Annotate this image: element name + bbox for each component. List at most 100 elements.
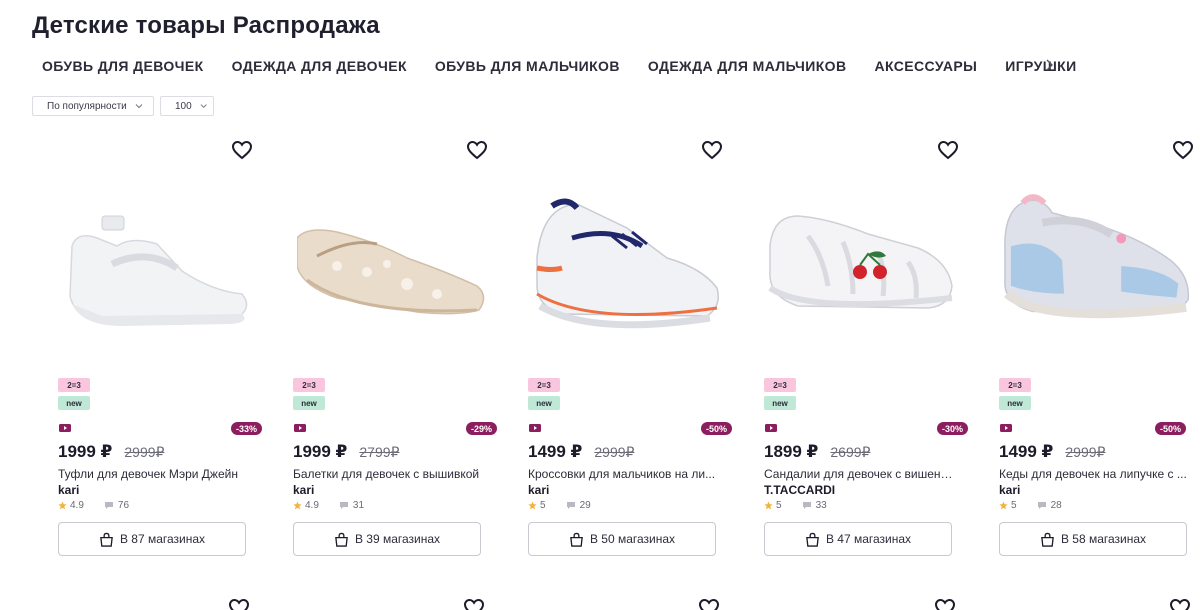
star-icon bbox=[528, 501, 537, 510]
price-row: 1999 ₽ 2799₽ bbox=[293, 442, 399, 462]
rating-row: 5 28 bbox=[999, 500, 1062, 511]
heart-icon[interactable] bbox=[697, 596, 721, 610]
heart-icon[interactable] bbox=[1168, 596, 1192, 610]
sort-select-value: По популярности bbox=[47, 100, 127, 112]
stores-button[interactable]: В 50 магазинах bbox=[528, 522, 716, 556]
shopping-bag-icon bbox=[570, 532, 583, 547]
rating-row: 4.9 76 bbox=[58, 500, 129, 511]
shopping-bag-icon bbox=[806, 532, 819, 547]
video-icon bbox=[59, 424, 71, 432]
rating-value: 4.9 bbox=[70, 500, 84, 511]
comment-icon bbox=[1037, 502, 1046, 509]
new-badge: new bbox=[293, 396, 325, 410]
old-price: 2999₽ bbox=[124, 444, 165, 460]
chevron-down-icon bbox=[135, 104, 143, 109]
discount-badge: -33% bbox=[230, 422, 262, 435]
rating-row: 5 29 bbox=[528, 500, 591, 511]
video-icon bbox=[294, 424, 306, 432]
chevron-right-icon[interactable] bbox=[1041, 57, 1057, 73]
category-boys-shoes[interactable]: ОБУВЬ ДЛЯ МАЛЬЧИКОВ bbox=[435, 58, 620, 74]
product-name[interactable]: Балетки для девочек с вышивкой bbox=[293, 467, 483, 481]
star-icon bbox=[58, 501, 67, 510]
product-name[interactable]: Кроссовки для мальчиков на ли... bbox=[528, 467, 718, 481]
price-row: 1499 ₽ 2999₽ bbox=[999, 442, 1105, 462]
stores-label: В 47 магазинах bbox=[825, 532, 912, 546]
stores-label: В 87 магазинах bbox=[119, 532, 206, 546]
comment-icon bbox=[802, 502, 811, 509]
product-card[interactable]: 2=3 new -29% 1999 ₽ 2799₽ Балетки для де… bbox=[293, 130, 497, 570]
video-icon bbox=[765, 424, 777, 432]
promo-badge: 2=3 bbox=[764, 378, 796, 392]
product-name[interactable]: Сандалии для девочек с вишенк... bbox=[764, 467, 954, 481]
old-price: 2999₽ bbox=[594, 444, 635, 460]
shoe-image-sandal[interactable] bbox=[768, 176, 968, 366]
star-icon bbox=[293, 501, 302, 510]
new-badge: new bbox=[764, 396, 796, 410]
price: 1499 ₽ bbox=[999, 442, 1054, 461]
heart-icon[interactable] bbox=[230, 138, 254, 162]
comment-icon bbox=[339, 502, 348, 509]
brand: kari bbox=[999, 483, 1021, 497]
product-card[interactable]: 2=3 new -50% 1499 ₽ 2999₽ Кроссовки для … bbox=[528, 130, 732, 570]
product-card[interactable]: 2=3 new -33% 1999 ₽ 2999₽ Туфли для дево… bbox=[58, 130, 262, 570]
category-girls-shoes[interactable]: ОБУВЬ ДЛЯ ДЕВОЧЕК bbox=[42, 58, 204, 74]
stores-button[interactable]: В 39 магазинах bbox=[293, 522, 481, 556]
stores-label: В 50 магазинах bbox=[589, 532, 676, 546]
price: 1899 ₽ bbox=[764, 442, 819, 461]
brand: kari bbox=[293, 483, 315, 497]
reviews-count: 76 bbox=[117, 500, 130, 511]
heart-icon[interactable] bbox=[465, 138, 489, 162]
filters-bar: По популярности 100 bbox=[32, 96, 214, 116]
price-row: 1999 ₽ 2999₽ bbox=[58, 442, 164, 462]
reviews-count: 28 bbox=[1050, 500, 1062, 511]
product-name[interactable]: Кеды для девочек на липучке с ... bbox=[999, 467, 1189, 481]
sort-select[interactable]: По популярности bbox=[32, 96, 154, 116]
stores-button[interactable]: В 58 магазинах bbox=[999, 522, 1187, 556]
per-page-select[interactable]: 100 bbox=[160, 96, 214, 116]
brand: kari bbox=[58, 483, 80, 497]
shoe-image-beige-ballet[interactable] bbox=[297, 176, 497, 366]
heart-icon[interactable] bbox=[700, 138, 724, 162]
brand: T.TACCARDI bbox=[764, 483, 836, 497]
category-girls-clothes[interactable]: ОДЕЖДА ДЛЯ ДЕВОЧЕК bbox=[232, 58, 407, 74]
stores-button[interactable]: В 87 магазинах bbox=[58, 522, 246, 556]
rating-row: 4.9 31 bbox=[293, 500, 364, 511]
promo-badge: 2=3 bbox=[528, 378, 560, 392]
reviews-count: 33 bbox=[815, 500, 827, 511]
shoe-image-sneaker[interactable] bbox=[532, 176, 732, 366]
rating-value: 5 bbox=[776, 500, 782, 511]
price: 1999 ₽ bbox=[58, 442, 113, 461]
product-card[interactable]: 2=3 new -50% 1499 ₽ 2999₽ Кеды для девоч… bbox=[999, 130, 1200, 570]
chevron-down-icon bbox=[200, 104, 207, 109]
new-badge: new bbox=[999, 396, 1031, 410]
product-name[interactable]: Туфли для девочек Мэри Джейн bbox=[58, 467, 248, 481]
shoe-image-pastel-sneaker[interactable] bbox=[1003, 176, 1200, 366]
promo-badge: 2=3 bbox=[999, 378, 1031, 392]
stores-button[interactable]: В 47 магазинах bbox=[764, 522, 952, 556]
price-row: 1499 ₽ 2999₽ bbox=[528, 442, 634, 462]
shoe-image-white-maryjane[interactable] bbox=[62, 176, 262, 366]
discount-badge: -29% bbox=[465, 422, 497, 435]
video-icon bbox=[1000, 424, 1012, 432]
heart-icon[interactable] bbox=[227, 596, 251, 610]
shopping-bag-icon bbox=[1041, 532, 1054, 547]
promo-badge: 2=3 bbox=[293, 378, 325, 392]
brand: kari bbox=[528, 483, 550, 497]
reviews-count: 31 bbox=[352, 500, 365, 511]
heart-icon[interactable] bbox=[462, 596, 486, 610]
star-icon bbox=[764, 501, 773, 510]
promo-badge: 2=3 bbox=[58, 378, 90, 392]
product-card[interactable]: 2=3 new -30% 1899 ₽ 2699₽ Сандалии для д… bbox=[764, 130, 968, 570]
comment-icon bbox=[104, 502, 113, 509]
heart-icon[interactable] bbox=[933, 596, 957, 610]
category-accessories[interactable]: АКСЕССУАРЫ bbox=[874, 58, 977, 74]
heart-icon[interactable] bbox=[936, 138, 960, 162]
rating-value: 5 bbox=[1011, 500, 1017, 511]
category-boys-clothes[interactable]: ОДЕЖДА ДЛЯ МАЛЬЧИКОВ bbox=[648, 58, 847, 74]
page-title: Детские товары Распродажа bbox=[32, 12, 380, 39]
new-badge: new bbox=[58, 396, 90, 410]
heart-icon[interactable] bbox=[1171, 138, 1195, 162]
discount-badge: -50% bbox=[700, 422, 732, 435]
old-price: 2999₽ bbox=[1065, 444, 1106, 460]
comment-icon bbox=[566, 502, 575, 509]
